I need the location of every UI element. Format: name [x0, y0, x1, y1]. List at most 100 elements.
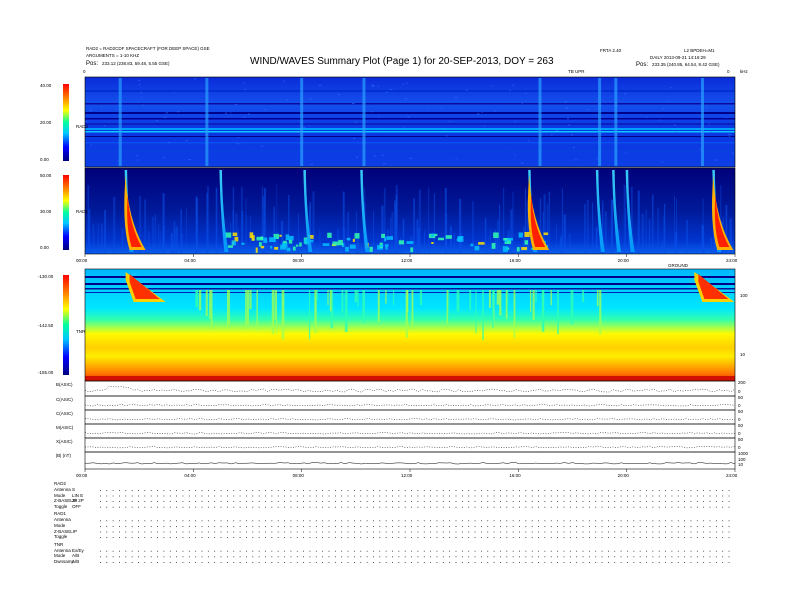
status-dot: [588, 531, 590, 533]
rad2-speckle: [237, 137, 240, 139]
status-dot: [557, 526, 558, 527]
status-dot: [601, 501, 603, 502]
status-dot: [182, 520, 184, 522]
rad1-blob: [379, 244, 384, 247]
status-dot: [404, 562, 406, 563]
status-dot: [544, 537, 546, 538]
status-dot: [220, 556, 222, 558]
status-dot: [303, 490, 304, 491]
status-dot: [525, 526, 527, 527]
status-dot: [360, 550, 362, 552]
line-panel-label: B(ASIC): [56, 382, 73, 387]
rad2-burst: [598, 78, 602, 166]
status-dot: [265, 501, 266, 502]
status-dot: [442, 531, 444, 533]
status-dot: [112, 531, 114, 533]
status-dot: [354, 520, 355, 522]
status-dot: [233, 495, 235, 497]
rad1-streak: [449, 226, 452, 254]
rad2-speckle: [409, 157, 412, 159]
status-dot: [100, 556, 101, 558]
rad1-blob: [434, 233, 438, 237]
status-dot: [309, 506, 311, 508]
status-dot: [157, 550, 158, 552]
status-dot: [379, 490, 381, 491]
status-dot: [271, 501, 273, 502]
status-dot: [379, 550, 381, 552]
tnr-streak: [557, 290, 559, 335]
rad2-speckle: [440, 107, 442, 109]
status-dot: [214, 531, 216, 533]
status-dot: [188, 537, 190, 538]
tnr-streak: [357, 290, 359, 307]
status-dot: [138, 490, 139, 491]
rad2-burst: [538, 78, 542, 166]
status-dot: [284, 550, 285, 552]
status-dot: [506, 490, 508, 491]
status-dot: [455, 550, 457, 552]
rad2-speckle: [701, 130, 704, 132]
status-dot: [512, 531, 514, 533]
status-dot: [500, 495, 501, 497]
status-dot: [519, 526, 520, 527]
status-dot: [544, 531, 546, 533]
status-dot: [125, 562, 127, 563]
rad2-speckle: [337, 94, 341, 96]
status-dot: [188, 490, 190, 491]
status-dot: [163, 531, 165, 533]
status-dot: [163, 556, 165, 558]
status-dot: [493, 526, 495, 527]
status-dot: [442, 520, 444, 522]
status-dot: [481, 537, 482, 538]
rad1-streak: [154, 214, 157, 254]
status-dot: [315, 556, 317, 558]
status-dot: [658, 531, 660, 533]
status-dot: [703, 556, 705, 558]
status-dot: [468, 506, 470, 508]
status-dot: [252, 520, 254, 522]
status-dot: [315, 526, 317, 527]
rad2-tick-label: 40.00: [40, 83, 52, 88]
rad2-speckle: [371, 84, 375, 86]
status-dot: [404, 506, 406, 508]
status-dot: [309, 520, 311, 522]
rad2-speckle: [243, 117, 246, 119]
status-dot: [493, 490, 495, 491]
rad2-speckle: [565, 107, 569, 109]
status-dot: [417, 526, 419, 527]
status-dot: [608, 537, 609, 538]
line-series: [84, 446, 736, 449]
status-dot: [163, 550, 165, 552]
tnr-streak: [582, 290, 585, 303]
status-dot: [144, 490, 146, 491]
status-dot: [360, 537, 362, 538]
status-dot: [100, 562, 101, 563]
status-dot: [144, 495, 146, 497]
status-dot: [252, 506, 254, 508]
status-dot: [100, 490, 101, 491]
rad1-blob: [296, 244, 299, 247]
status-dot: [423, 562, 425, 563]
rad2-speckle: [117, 160, 121, 162]
status-dot: [195, 550, 197, 552]
status-dot: [290, 562, 292, 563]
status-dot: [715, 490, 717, 491]
status-dot: [131, 556, 133, 558]
status-dot: [512, 556, 514, 558]
status-dot: [595, 562, 597, 563]
rad2-speckle: [528, 140, 530, 142]
status-dot: [525, 550, 527, 552]
status-dot: [461, 556, 463, 558]
status-dot: [715, 520, 717, 522]
rad1-streak: [398, 243, 400, 254]
status-dot: [246, 550, 247, 552]
status-dot: [373, 537, 374, 538]
rad2-speckle: [142, 104, 145, 106]
status-dot: [233, 531, 235, 533]
status-dot: [207, 537, 209, 538]
status-dot: [271, 520, 273, 522]
status-dot: [646, 537, 647, 538]
rad2-speckle: [155, 120, 158, 122]
status-dot: [233, 501, 235, 502]
status-dot: [671, 520, 673, 522]
